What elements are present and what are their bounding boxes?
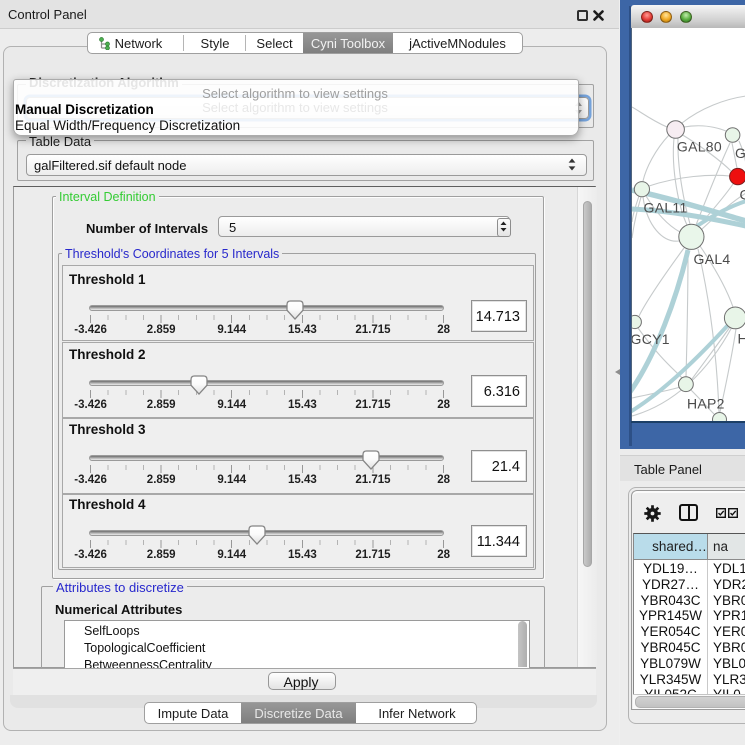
svg-text:GCY1: GCY1: [631, 331, 670, 347]
svg-text:GAL80: GAL80: [677, 139, 722, 155]
svg-text:H: H: [738, 331, 745, 347]
svg-text:GAL4: GAL4: [694, 251, 731, 267]
svg-text:HAP2: HAP2: [687, 396, 725, 412]
svg-text:GAL11: GAL11: [644, 200, 688, 216]
svg-text:GA: GA: [735, 145, 745, 161]
svg-text:C: C: [740, 187, 745, 203]
